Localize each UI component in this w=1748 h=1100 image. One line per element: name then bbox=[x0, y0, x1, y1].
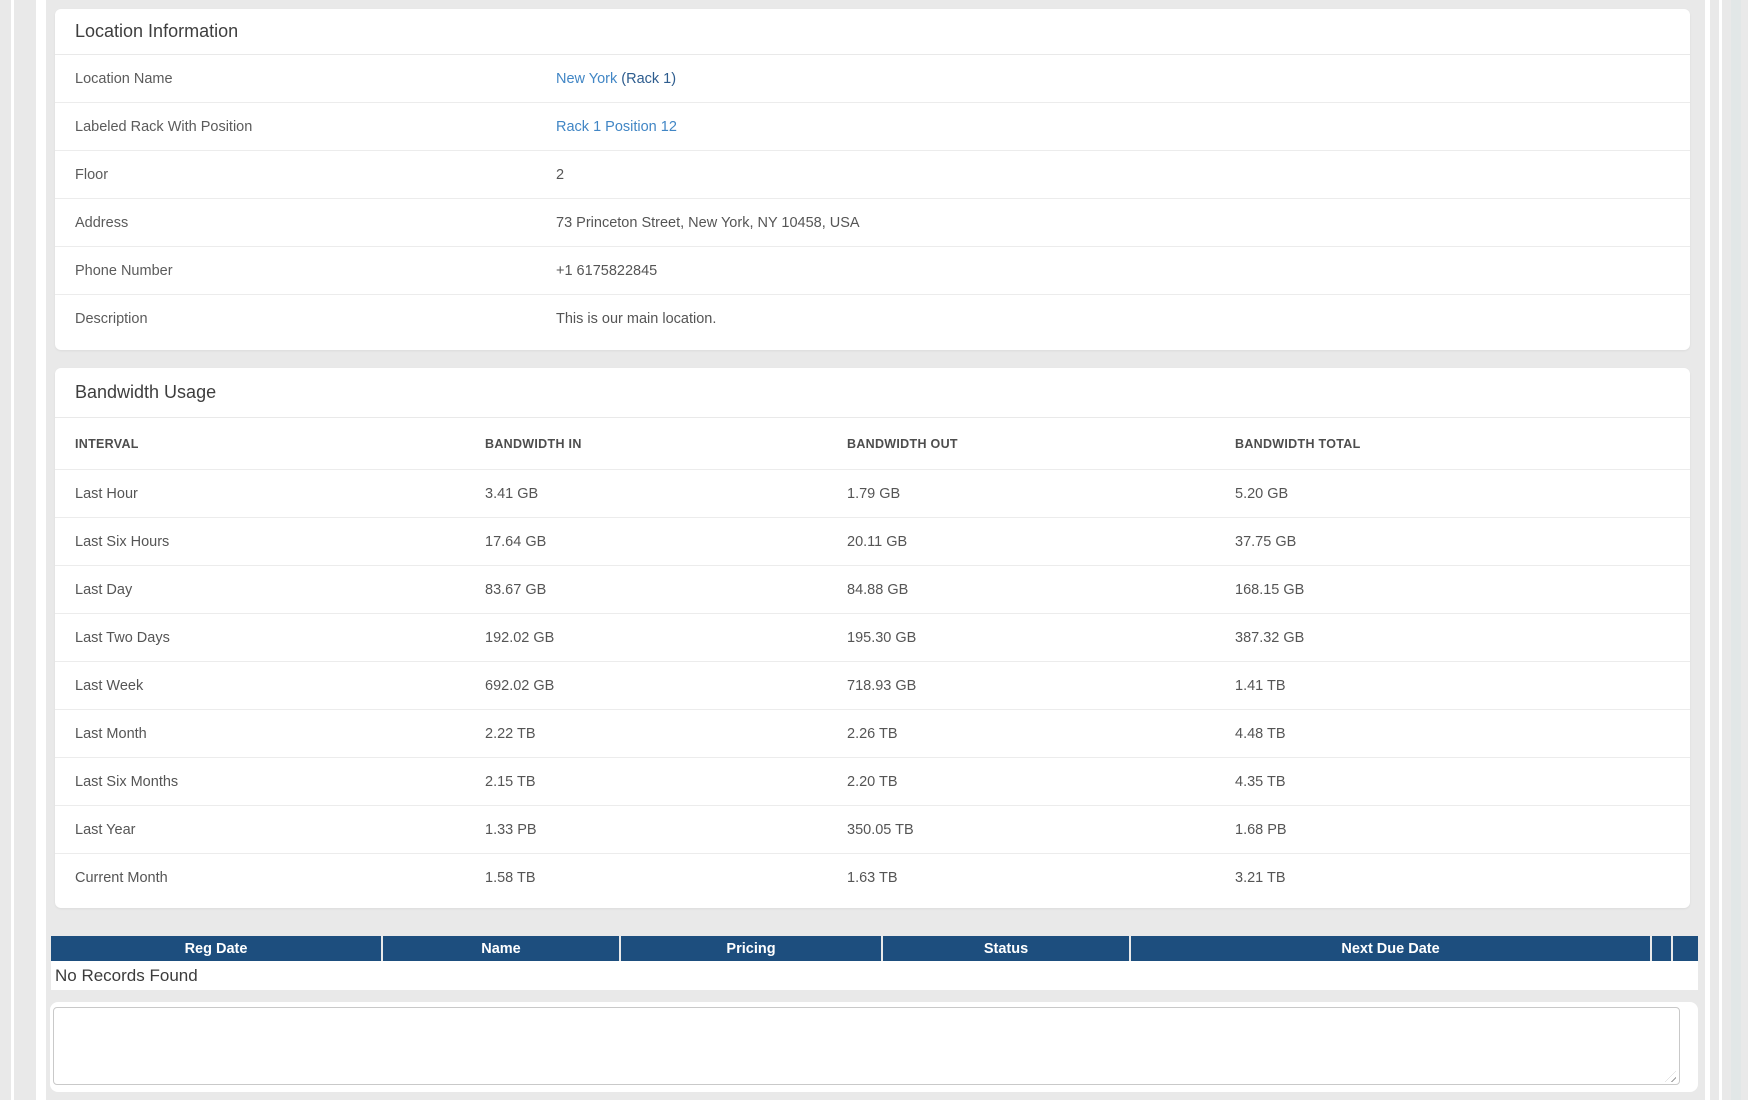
bw-interval: Last Week bbox=[75, 678, 485, 694]
bandwidth-row-current-month: Current Month 1.58 TB 1.63 TB 3.21 TB bbox=[55, 854, 1690, 902]
bw-in: 83.67 GB bbox=[485, 582, 847, 598]
bw-col-header-in: BANDWIDTH IN bbox=[485, 437, 847, 451]
services-col-pricing[interactable]: Pricing bbox=[621, 936, 881, 961]
info-label: Description bbox=[75, 311, 556, 327]
no-records-found-text: No Records Found bbox=[55, 966, 198, 986]
location-information-card: Location Information Location Name New Y… bbox=[55, 9, 1690, 350]
services-col-reg-date[interactable]: Reg Date bbox=[51, 936, 381, 961]
bandwidth-row-last-week: Last Week 692.02 GB 718.93 GB 1.41 TB bbox=[55, 662, 1690, 710]
bw-out: 1.79 GB bbox=[847, 486, 1235, 502]
bandwidth-usage-header: Bandwidth Usage bbox=[55, 368, 1690, 418]
services-table-header: Reg Date Name Pricing Status Next Due Da… bbox=[51, 936, 1698, 961]
bw-out: 2.26 TB bbox=[847, 726, 1235, 742]
bw-total: 387.32 GB bbox=[1235, 630, 1670, 646]
info-value: 73 Princeton Street, New York, NY 10458,… bbox=[556, 215, 860, 231]
bandwidth-row-last-two-days: Last Two Days 192.02 GB 195.30 GB 387.32… bbox=[55, 614, 1690, 662]
location-information-title: Location Information bbox=[75, 21, 238, 42]
bw-interval: Last Six Hours bbox=[75, 534, 485, 550]
bw-interval: Last Day bbox=[75, 582, 485, 598]
info-row-rack-position: Labeled Rack With Position Rack 1 Positi… bbox=[55, 103, 1690, 151]
bw-total: 3.21 TB bbox=[1235, 870, 1670, 886]
info-label: Labeled Rack With Position bbox=[75, 119, 556, 135]
notes-panel bbox=[50, 1002, 1698, 1092]
bw-total: 1.41 TB bbox=[1235, 678, 1670, 694]
bw-out: 1.63 TB bbox=[847, 870, 1235, 886]
bw-total: 5.20 GB bbox=[1235, 486, 1670, 502]
page-edge-strip-left-inner bbox=[36, 0, 46, 1100]
bandwidth-usage-card: Bandwidth Usage INTERVAL BANDWIDTH IN BA… bbox=[55, 368, 1690, 908]
bw-in: 2.22 TB bbox=[485, 726, 847, 742]
bw-in: 2.15 TB bbox=[485, 774, 847, 790]
info-label: Phone Number bbox=[75, 263, 556, 279]
bw-total: 37.75 GB bbox=[1235, 534, 1670, 550]
bw-out: 20.11 GB bbox=[847, 534, 1235, 550]
bw-in: 3.41 GB bbox=[485, 486, 847, 502]
bw-out: 350.05 TB bbox=[847, 822, 1235, 838]
bw-in: 692.02 GB bbox=[485, 678, 847, 694]
services-col-extra-1[interactable] bbox=[1652, 936, 1671, 961]
bw-out: 84.88 GB bbox=[847, 582, 1235, 598]
bw-total: 4.48 TB bbox=[1235, 726, 1670, 742]
services-col-status[interactable]: Status bbox=[883, 936, 1129, 961]
info-label: Floor bbox=[75, 167, 556, 183]
bw-interval: Last Year bbox=[75, 822, 485, 838]
info-label: Location Name bbox=[75, 71, 556, 87]
services-col-name[interactable]: Name bbox=[383, 936, 619, 961]
bandwidth-row-last-year: Last Year 1.33 PB 350.05 TB 1.68 PB bbox=[55, 806, 1690, 854]
location-name-text[interactable]: New York bbox=[556, 71, 617, 87]
bandwidth-column-headers: INTERVAL BANDWIDTH IN BANDWIDTH OUT BAND… bbox=[55, 418, 1690, 470]
bandwidth-row-last-hour: Last Hour 3.41 GB 1.79 GB 5.20 GB bbox=[55, 470, 1690, 518]
bw-interval: Last Month bbox=[75, 726, 485, 742]
bandwidth-row-last-day: Last Day 83.67 GB 84.88 GB 168.15 GB bbox=[55, 566, 1690, 614]
info-row-description: Description This is our main location. bbox=[55, 295, 1690, 343]
bw-in: 1.58 TB bbox=[485, 870, 847, 886]
info-row-phone: Phone Number +1 6175822845 bbox=[55, 247, 1690, 295]
bandwidth-row-last-month: Last Month 2.22 TB 2.26 TB 4.48 TB bbox=[55, 710, 1690, 758]
bw-col-header-interval: INTERVAL bbox=[75, 437, 485, 451]
bw-interval: Last Hour bbox=[75, 486, 485, 502]
page-scrollbar-track bbox=[1731, 0, 1741, 1100]
main-content: Location Information Location Name New Y… bbox=[50, 0, 1698, 1092]
bw-col-header-out: BANDWIDTH OUT bbox=[847, 437, 1235, 451]
services-empty-row: No Records Found bbox=[51, 961, 1698, 990]
location-name-link[interactable]: New York(Rack 1) bbox=[556, 71, 676, 87]
bw-interval: Current Month bbox=[75, 870, 485, 886]
bw-in: 1.33 PB bbox=[485, 822, 847, 838]
bw-col-header-total: BANDWIDTH TOTAL bbox=[1235, 437, 1670, 451]
page-edge-strip-right-middle bbox=[1719, 0, 1722, 1100]
location-information-header: Location Information bbox=[55, 9, 1690, 55]
bw-interval: Last Six Months bbox=[75, 774, 485, 790]
location-rack-text[interactable]: (Rack 1) bbox=[621, 71, 676, 87]
info-label: Address bbox=[75, 215, 556, 231]
bandwidth-row-last-six-months: Last Six Months 2.15 TB 2.20 TB 4.35 TB bbox=[55, 758, 1690, 806]
services-col-extra-2[interactable] bbox=[1673, 936, 1698, 961]
info-row-floor: Floor 2 bbox=[55, 151, 1690, 199]
info-value: This is our main location. bbox=[556, 311, 716, 327]
bw-in: 17.64 GB bbox=[485, 534, 847, 550]
bw-total: 1.68 PB bbox=[1235, 822, 1670, 838]
bw-total: 168.15 GB bbox=[1235, 582, 1670, 598]
bw-out: 195.30 GB bbox=[847, 630, 1235, 646]
services-col-next-due-date[interactable]: Next Due Date bbox=[1131, 936, 1650, 961]
bw-total: 4.35 TB bbox=[1235, 774, 1670, 790]
info-value: 2 bbox=[556, 167, 564, 183]
info-value: +1 6175822845 bbox=[556, 263, 657, 279]
bw-interval: Last Two Days bbox=[75, 630, 485, 646]
info-row-location-name: Location Name New York(Rack 1) bbox=[55, 55, 1690, 103]
bw-out: 718.93 GB bbox=[847, 678, 1235, 694]
bandwidth-usage-title: Bandwidth Usage bbox=[75, 382, 216, 403]
info-row-address: Address 73 Princeton Street, New York, N… bbox=[55, 199, 1690, 247]
bw-in: 192.02 GB bbox=[485, 630, 847, 646]
bw-out: 2.20 TB bbox=[847, 774, 1235, 790]
notes-textarea[interactable] bbox=[53, 1007, 1680, 1085]
page-edge-strip-right-inner bbox=[1705, 0, 1710, 1100]
page-edge-strip-left-outer bbox=[11, 0, 14, 1100]
bandwidth-row-last-six-hours: Last Six Hours 17.64 GB 20.11 GB 37.75 G… bbox=[55, 518, 1690, 566]
rack-position-link[interactable]: Rack 1 Position 12 bbox=[556, 119, 677, 135]
